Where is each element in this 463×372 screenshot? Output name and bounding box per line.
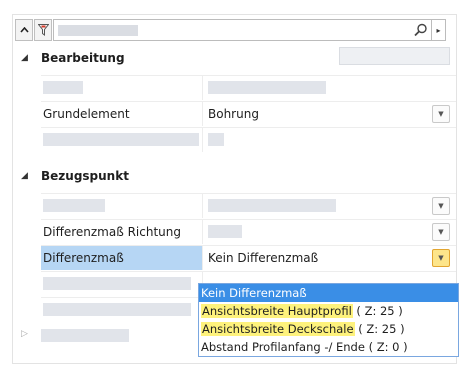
property-row-differenzmass[interactable]: Differenzmaß Kein Differenzmaß ▼ [41, 245, 456, 270]
option-suffix: ( Z: 0 ) [364, 340, 408, 354]
filter-button[interactable] [34, 19, 52, 41]
property-row-differenzmass-richtung[interactable]: Differenzmaß Richtung ▼ [41, 219, 456, 244]
option-suffix: ( Z: 25 ) [354, 322, 405, 336]
property-name-cell: Differenzmaß Richtung [41, 220, 203, 244]
chevron-down-icon: ▼ [438, 254, 444, 262]
chevron-down-icon: ▼ [438, 228, 444, 236]
chevron-up-icon [19, 27, 29, 33]
property-label: Differenzmaß Richtung [43, 225, 182, 239]
category-label: Bearbeitung [41, 51, 125, 65]
expanded-triangle-icon[interactable]: ◢ [21, 53, 28, 63]
differenzmass-dropdown-list[interactable]: Kein Differenzmaß Ansichtsbreite Hauptpr… [198, 283, 459, 357]
property-name-cell [41, 194, 203, 218]
property-name-cell-selected: Differenzmaß [41, 246, 203, 270]
option-label: Ansichtsbreite Hauptprofil [201, 304, 353, 318]
property-value-cell[interactable]: Bohrung ▼ [204, 102, 456, 126]
property-label: Grundelement [43, 107, 130, 121]
dropdown-button[interactable]: ▼ [432, 197, 450, 215]
search-placeholder-redacted [58, 25, 138, 36]
property-row-redacted[interactable] [41, 127, 456, 152]
property-name-cell [41, 298, 203, 322]
property-row-grundelement[interactable]: Grundelement Bohrung ▼ [41, 101, 456, 126]
dropdown-button-active[interactable]: ▼ [432, 249, 450, 267]
collapsed-triangle-icon[interactable]: ▷ [21, 329, 28, 339]
property-value: Kein Differenzmaß [208, 251, 319, 265]
search-icon[interactable] [411, 20, 431, 40]
property-value-cell [204, 128, 456, 152]
chevron-down-icon: ▼ [438, 110, 444, 118]
property-label: Differenzmaß [43, 251, 124, 265]
redacted-header-field [339, 47, 450, 65]
property-value-cell[interactable]: ▼ [204, 220, 456, 244]
option-suffix: ( Z: 25 ) [352, 304, 403, 318]
dropdown-option[interactable]: Abstand Profilanfang -/ Ende ( Z: 0 ) [199, 338, 458, 356]
property-value-cell [204, 76, 456, 100]
dropdown-button[interactable]: ▼ [432, 223, 450, 241]
property-name-cell: Grundelement [41, 102, 203, 126]
property-name-cell [41, 76, 203, 100]
chevron-down-icon: ▼ [438, 202, 444, 210]
option-label: Abstand Profilanfang -/ Ende [201, 340, 365, 354]
collapse-all-button[interactable] [15, 19, 33, 41]
property-grid: ▸ ◢ Bearbeitung Grundelement Bohrung ▼ ◢… [12, 14, 459, 364]
dropdown-button[interactable]: ▼ [432, 105, 450, 123]
property-name-cell [41, 128, 203, 152]
property-name-cell [41, 272, 203, 296]
dropdown-option[interactable]: Ansichtsbreite Hauptprofil ( Z: 25 ) [199, 302, 458, 320]
property-row-redacted[interactable]: ▼ [41, 193, 456, 218]
option-label: Ansichtsbreite Deckschale [201, 322, 355, 336]
dropdown-option[interactable]: Ansichtsbreite Deckschale ( Z: 25 ) [199, 320, 458, 338]
expanded-triangle-icon[interactable]: ◢ [21, 171, 28, 181]
property-value-cell[interactable]: ▼ [204, 194, 456, 218]
search-options-arrow-icon[interactable]: ▸ [431, 20, 445, 40]
category-bezugspunkt[interactable]: ◢ Bezugspunkt [13, 165, 456, 189]
filter-icon [37, 24, 49, 36]
search-input[interactable]: ▸ [53, 19, 446, 41]
category-label: Bezugspunkt [41, 169, 129, 183]
property-row-redacted[interactable] [41, 75, 456, 100]
property-grid-toolbar: ▸ [13, 19, 456, 43]
property-value-cell[interactable]: Kein Differenzmaß ▼ [204, 246, 456, 270]
dropdown-option-selected[interactable]: Kein Differenzmaß [199, 284, 458, 302]
option-label: Kein Differenzmaß [201, 286, 307, 300]
property-value: Bohrung [208, 107, 259, 121]
